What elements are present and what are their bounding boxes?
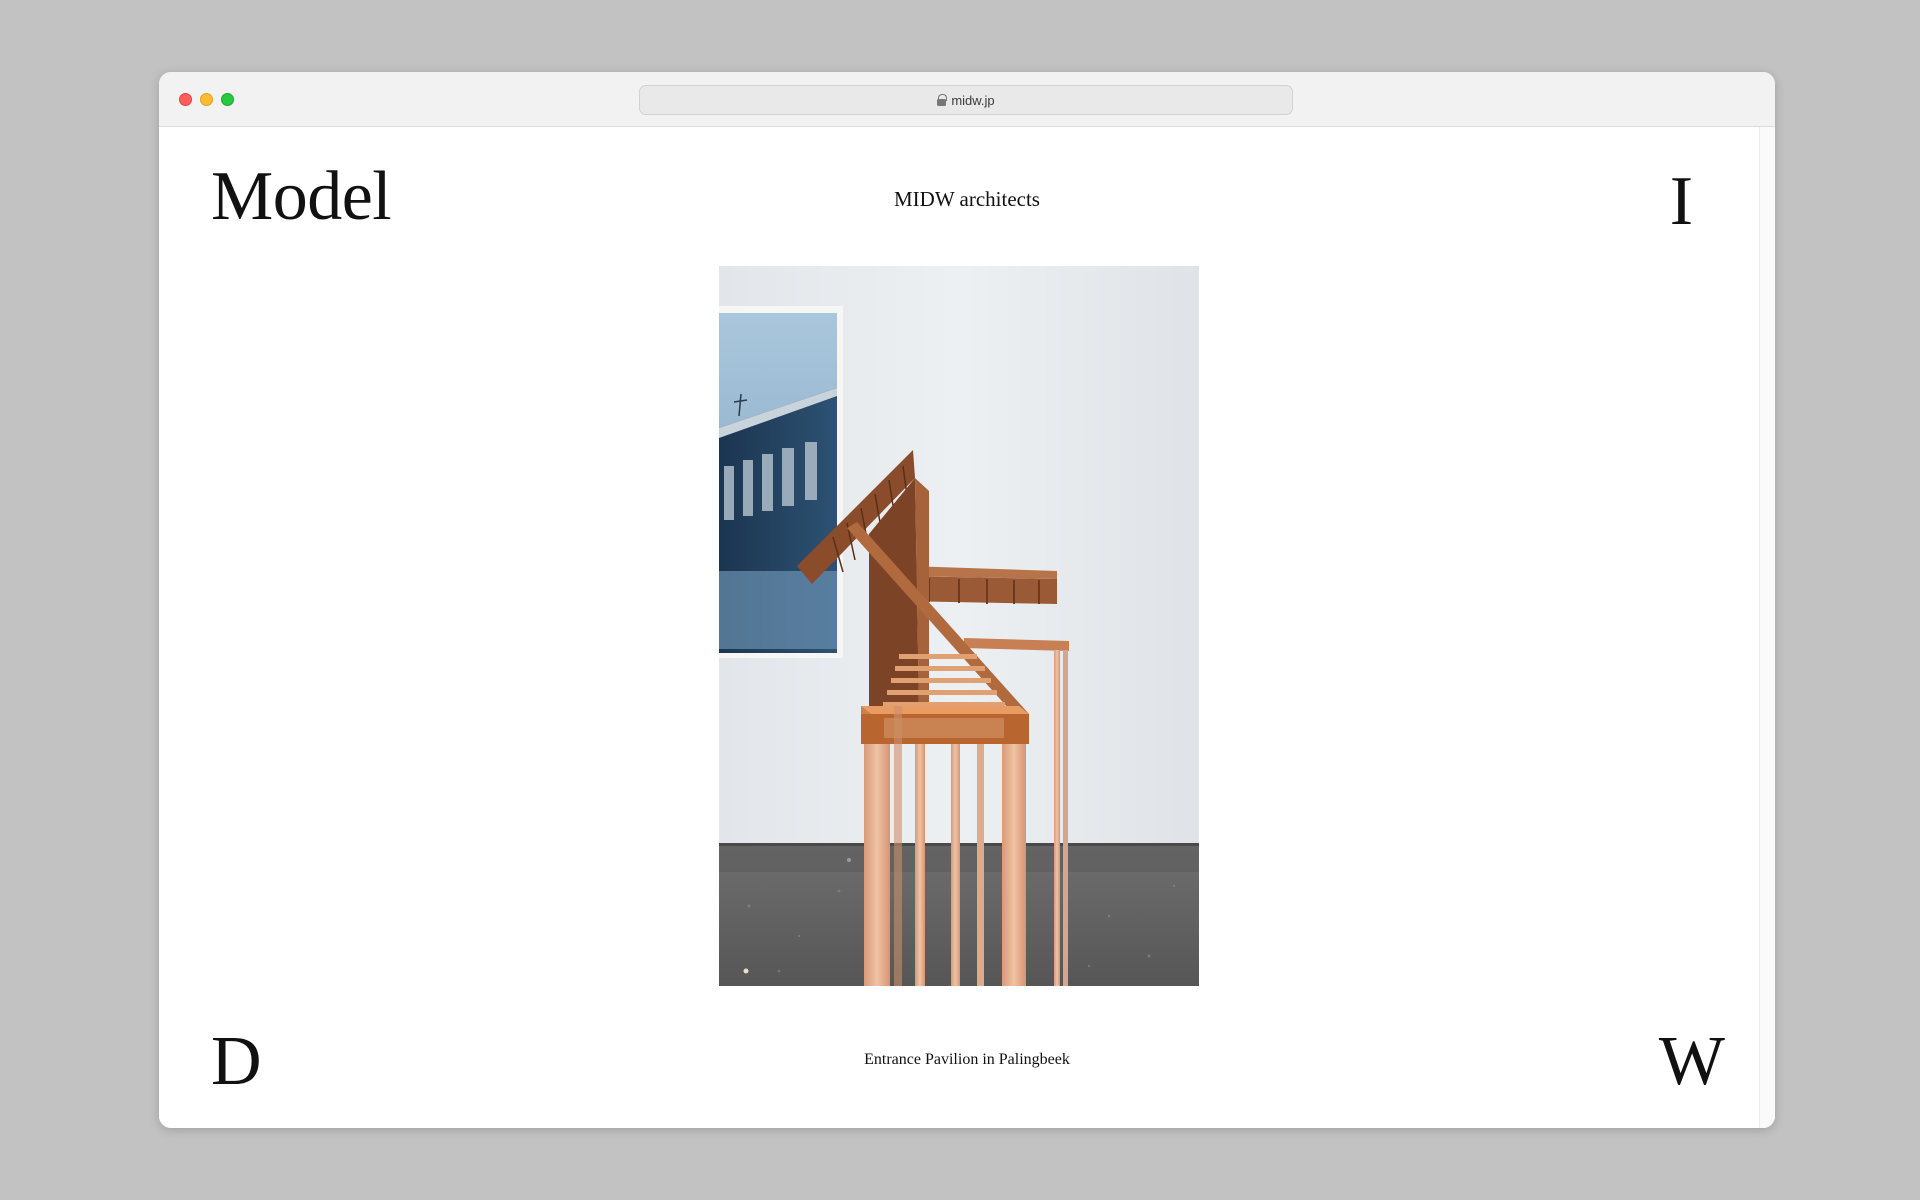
page-content: Model MIDW architects I D Entrance Pavil… — [159, 127, 1775, 1128]
address-bar-url: midw.jp — [951, 92, 995, 108]
corner-letter-top-right: I — [1669, 163, 1693, 240]
photo-caption[interactable]: Entrance Pavilion in Palingbeek — [864, 1051, 1070, 1068]
lock-icon — [937, 94, 948, 106]
maximize-window-button[interactable] — [221, 93, 234, 106]
site-title-wrap: MIDW architects — [159, 187, 1775, 212]
browser-window: midw.jp Model MIDW architects I D Entran… — [159, 72, 1775, 1128]
scrollbar[interactable] — [1759, 127, 1775, 1128]
project-photo[interactable] — [719, 266, 1199, 986]
site-logo-link[interactable]: Model — [211, 162, 392, 232]
architecture-model-photo — [719, 266, 1199, 986]
browser-toolbar: midw.jp — [159, 72, 1775, 127]
close-window-button[interactable] — [179, 93, 192, 106]
address-bar[interactable]: midw.jp — [639, 85, 1293, 115]
site-title[interactable]: MIDW architects — [894, 187, 1040, 211]
photo-caption-wrap: Entrance Pavilion in Palingbeek — [159, 1051, 1775, 1069]
corner-letter-bottom-left: D — [211, 1023, 262, 1100]
corner-letter-bottom-right: W — [1658, 1023, 1725, 1100]
minimize-window-button[interactable] — [200, 93, 213, 106]
